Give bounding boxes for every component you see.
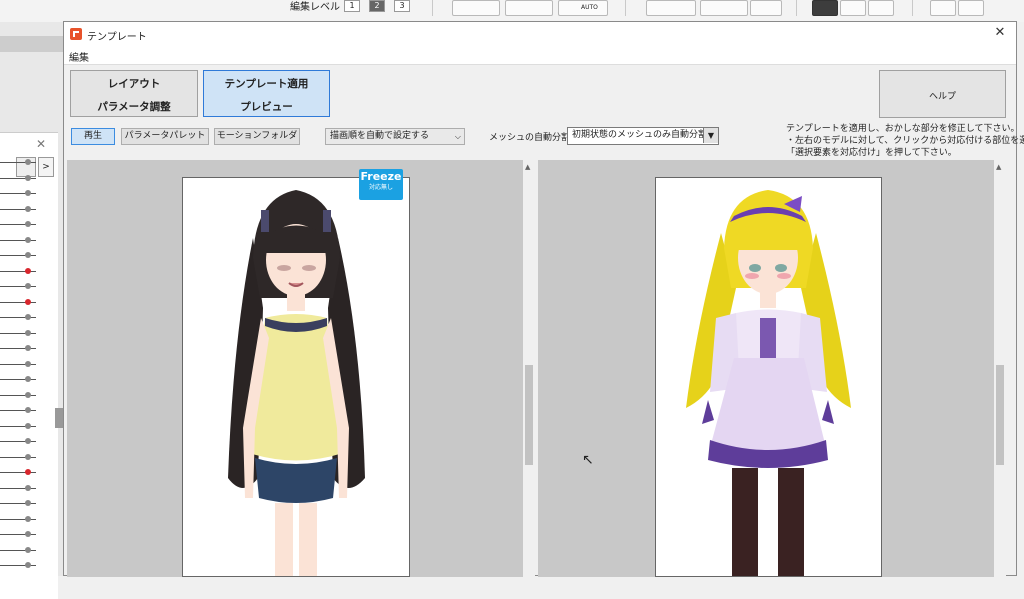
title-bar: テンプレート ✕ xyxy=(64,22,1016,46)
edit-level-label: 編集レベル : xyxy=(290,2,347,13)
param-palette-button[interactable]: パラメータパレット xyxy=(121,128,209,145)
preview-label: プレビュー xyxy=(240,101,293,113)
right-pane-scrollbar[interactable]: ▲ xyxy=(994,160,1006,577)
pen-tool-icon[interactable] xyxy=(930,0,956,16)
parameter-slider-handle[interactable] xyxy=(25,469,31,475)
auto-tool-icon[interactable]: AUTO xyxy=(558,0,608,16)
template-character-image xyxy=(228,190,365,578)
parameter-slider-handle[interactable] xyxy=(25,531,31,537)
parameter-slider-handle[interactable] xyxy=(25,438,31,444)
parameter-slider-handle[interactable] xyxy=(25,453,31,460)
target-character-image xyxy=(686,190,851,576)
layout-label: レイアウト xyxy=(107,78,161,90)
rotate-tool-icon[interactable] xyxy=(700,0,748,16)
parameter-slider-handle[interactable] xyxy=(25,252,31,258)
edit-level-3-button[interactable]: 3 xyxy=(394,0,410,12)
apply-template-preview-button[interactable]: テンプレート適用 プレビュー xyxy=(203,70,330,117)
help-button[interactable]: ヘルプ xyxy=(879,70,1006,118)
search-tool-icon[interactable] xyxy=(750,0,782,16)
lasso-tool-icon[interactable] xyxy=(840,0,866,16)
instruction-text: テンプレートを適用し、おかしな部分を修正して下さい。 ・左右のモデルに対して、ク… xyxy=(786,124,1024,158)
mesh-tool-icon[interactable] xyxy=(646,0,696,16)
parameter-slider-handle[interactable] xyxy=(25,407,31,413)
parameter-slider-handle[interactable] xyxy=(25,159,31,165)
parameter-slider-handle[interactable] xyxy=(25,546,31,553)
draw-order-dropdown[interactable]: 描画順を自動で設定する ⌵ xyxy=(325,128,465,145)
parameter-slider-handle[interactable] xyxy=(25,391,31,398)
target-model-canvas[interactable] xyxy=(655,177,882,577)
scroll-up-arrow-icon[interactable]: ▲ xyxy=(996,163,1001,171)
toolbar-separator xyxy=(912,0,913,16)
parameter-slider-handle[interactable] xyxy=(25,267,31,274)
close-button[interactable]: ✕ xyxy=(992,25,1008,41)
param-adjust-label: パラメータ調整 xyxy=(97,101,171,113)
lock-tool-icon[interactable] xyxy=(452,0,500,16)
parameter-slider-handle[interactable] xyxy=(25,221,31,227)
parameter-slider-handle[interactable] xyxy=(25,500,31,506)
panel-close-icon[interactable]: ✕ xyxy=(36,137,46,151)
select-arrow-icon[interactable] xyxy=(812,0,838,16)
parameter-slider-handle[interactable] xyxy=(25,562,31,568)
mesh-auto-split-label: メッシュの自動分割 xyxy=(489,133,571,143)
pen-fill-tool-icon[interactable] xyxy=(958,0,984,16)
freeze-badge[interactable]: Freeze 対応無し xyxy=(359,169,403,200)
right-pane-scroll-thumb[interactable] xyxy=(996,365,1004,465)
motion-folder-button[interactable]: モーションフォルダ xyxy=(214,128,300,145)
pin-tool-icon[interactable] xyxy=(505,0,553,16)
menu-bar: 編集 xyxy=(64,46,1016,65)
parameter-slider-handle[interactable] xyxy=(25,283,31,289)
brush-tool-icon[interactable] xyxy=(868,0,894,16)
apply-template-label: テンプレート適用 xyxy=(224,78,309,90)
mouse-cursor-icon: ↖ xyxy=(582,452,594,468)
dropdown-arrow-icon: ▼ xyxy=(703,128,718,143)
template-model-canvas[interactable] xyxy=(182,177,410,578)
left-pane-scrollbar[interactable]: ▲ xyxy=(523,160,535,577)
template-model-pane[interactable]: Freeze 対応無し xyxy=(67,160,523,578)
parameter-slider-handle[interactable] xyxy=(25,298,31,305)
app-icon xyxy=(70,28,82,40)
parameter-slider-handle[interactable] xyxy=(25,515,31,522)
parameter-slider-handle[interactable] xyxy=(25,190,31,196)
edit-level-2-button[interactable]: 2 xyxy=(369,0,385,12)
toolbar-separator xyxy=(796,0,797,16)
mesh-auto-split-dropdown[interactable]: 初期状態のメッシュのみ自動分割 ▼ xyxy=(567,127,719,145)
toolbar-separator xyxy=(625,0,626,16)
template-dialog: テンプレート ✕ 編集 レイアウト パラメータ調整 テンプレート適用 プレビュー… xyxy=(63,21,1024,578)
left-pane-scroll-thumb[interactable] xyxy=(525,365,533,465)
parameter-slider-handle[interactable] xyxy=(25,345,31,351)
target-model-pane[interactable]: ↖ xyxy=(538,160,994,577)
background-toolbar: 編集レベル : 1 2 3 AUTO xyxy=(0,0,1024,22)
parameter-slider-handle[interactable] xyxy=(25,236,31,243)
chevron-down-icon: ⌵ xyxy=(454,132,461,141)
play-button[interactable]: 再生 xyxy=(71,128,115,145)
parameter-slider-handle[interactable] xyxy=(25,174,31,181)
parameter-slider-handle[interactable] xyxy=(25,329,31,336)
parameter-slider-handle[interactable] xyxy=(25,360,31,367)
menu-edit[interactable]: 編集 xyxy=(69,49,89,64)
scroll-up-arrow-icon[interactable]: ▲ xyxy=(525,163,530,171)
background-left-panel: ✕ > xyxy=(0,22,64,599)
edit-level-1-button[interactable]: 1 xyxy=(344,0,360,12)
panel-next-arrow-icon[interactable]: > xyxy=(38,157,54,177)
toolbar-separator xyxy=(432,0,433,16)
parameter-slider-handle[interactable] xyxy=(25,484,31,491)
panel-header-stripe xyxy=(0,36,64,52)
layout-param-adjust-button[interactable]: レイアウト パラメータ調整 xyxy=(70,70,198,117)
parameter-slider-handle[interactable] xyxy=(25,376,31,382)
window-title: テンプレート xyxy=(87,32,147,43)
parameter-slider-handle[interactable] xyxy=(25,314,31,320)
parameter-slider-handle[interactable] xyxy=(25,422,31,429)
parameter-slider-handle[interactable] xyxy=(25,205,31,212)
